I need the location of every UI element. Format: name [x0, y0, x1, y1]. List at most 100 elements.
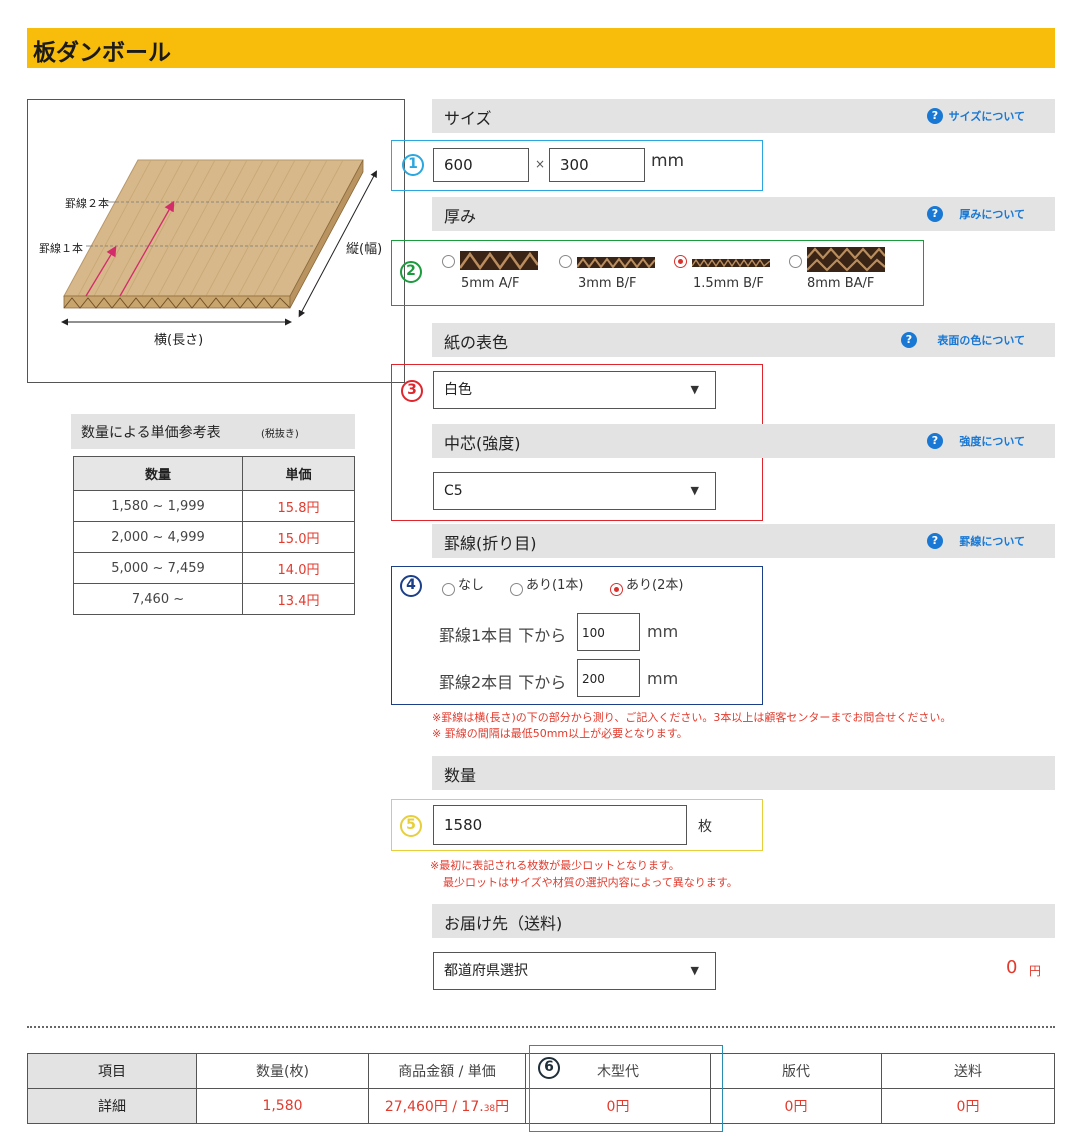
- section-thickness-label: 厚み: [444, 207, 477, 226]
- tax-note: (税抜き): [261, 429, 299, 440]
- price-table: 数量 単価 1,580 ~ 1,999 15.8円 2,000 ~ 4,999 …: [73, 456, 355, 615]
- table-row: 2,000 ~ 4,999 15.0円: [73, 521, 355, 553]
- thickness-radio-8mm[interactable]: [789, 255, 802, 268]
- score-line2-unit: mm: [647, 669, 679, 688]
- chevron-down-icon: ▼: [690, 383, 699, 396]
- badge-6: 6: [538, 1057, 560, 1079]
- divider: [27, 1026, 1055, 1028]
- summary-amount-small: 38: [483, 1104, 496, 1114]
- flute-8mm-icon: [807, 247, 885, 272]
- size-help-link[interactable]: サイズについて: [949, 108, 1025, 124]
- label-score-2: 罫線２本: [65, 197, 109, 210]
- size-height-input[interactable]: 300: [549, 148, 645, 182]
- score-line2-input[interactable]: 200: [577, 659, 640, 697]
- core-help-link[interactable]: 強度について: [959, 433, 1025, 449]
- quantity-note-2: 最少ロットはサイズや材質の選択内容によって異なります。: [443, 876, 738, 889]
- prefecture-select-value: 都道府県選択: [444, 963, 528, 979]
- summary-col-shipping: 送料: [881, 1053, 1055, 1089]
- chevron-down-icon: ▼: [690, 484, 699, 497]
- score-opt-none: なし: [458, 578, 485, 593]
- summary-row-label: 詳細: [27, 1088, 197, 1124]
- score-radio-two[interactable]: [610, 583, 623, 596]
- thickness-label-3mm: 3mm B/F: [578, 276, 637, 291]
- table-row: 1,580 ~ 1,999 15.8円: [73, 490, 355, 522]
- score-opt-one: あり(1本): [526, 578, 584, 593]
- color-select-value: 白色: [444, 382, 472, 398]
- thickness-radio-3mm[interactable]: [559, 255, 572, 268]
- label-score-1: 罫線１本: [39, 242, 83, 255]
- section-color-label: 紙の表色: [444, 333, 509, 352]
- section-thickness-header: 厚み ? 厚みについて: [432, 197, 1055, 231]
- section-size-label: サイズ: [444, 109, 492, 128]
- row-price: 13.4円: [242, 583, 355, 615]
- row-price: 15.8円: [242, 490, 355, 522]
- table-row: 5,000 ~ 7,459 14.0円: [73, 552, 355, 584]
- price-table-title: 数量による単価参考表: [81, 425, 221, 441]
- summary-col-amount: 商品金額 / 単価: [368, 1053, 526, 1089]
- summary-qty: 1,580: [196, 1088, 369, 1124]
- score-line1-input[interactable]: 100: [577, 613, 640, 651]
- summary-plate: 0円: [710, 1088, 882, 1124]
- summary-col-qty: 数量(枚): [196, 1053, 369, 1089]
- chevron-down-icon: ▼: [690, 964, 699, 977]
- badge-4: 4: [400, 575, 422, 597]
- thickness-label-5mm: 5mm A/F: [461, 276, 520, 291]
- score-note-1: ※罫線は横(長さ)の下の部分から測り、ご記入ください。3本以上は顧客センターまで…: [432, 711, 952, 724]
- table-row: 7,460 ~ 13.4円: [73, 583, 355, 615]
- help-icon[interactable]: ?: [927, 206, 943, 222]
- core-select-value: C5: [444, 483, 463, 499]
- summary-amount-main: 27,460円 / 17.: [384, 1099, 484, 1115]
- section-score-label: 罫線(折り目): [444, 534, 537, 553]
- help-icon[interactable]: ?: [927, 108, 943, 124]
- score-line1-unit: mm: [647, 622, 679, 641]
- flute-5mm-icon: [460, 251, 538, 270]
- summary-col-item: 項目: [27, 1053, 197, 1089]
- product-illustration: 罫線２本 罫線１本 縦(幅) 横(長さ): [27, 99, 405, 383]
- help-icon[interactable]: ?: [927, 533, 943, 549]
- score-radio-none[interactable]: [442, 583, 455, 596]
- score-radio-one[interactable]: [510, 583, 523, 596]
- color-select[interactable]: 白色 ▼: [433, 371, 716, 409]
- row-qty: 1,580 ~ 1,999: [73, 490, 243, 522]
- summary-col-plate: 版代: [710, 1053, 882, 1089]
- section-core-header: 中芯(強度) ? 強度について: [432, 424, 1055, 458]
- row-price: 14.0円: [242, 552, 355, 584]
- thickness-help-link[interactable]: 厚みについて: [959, 206, 1025, 222]
- col-qty: 数量: [73, 456, 243, 491]
- size-width-input[interactable]: 600: [433, 148, 529, 182]
- thickness-label-1-5mm: 1.5mm B/F: [693, 276, 764, 291]
- thickness-radio-5mm[interactable]: [442, 255, 455, 268]
- help-icon[interactable]: ?: [927, 433, 943, 449]
- badge-3: 3: [401, 380, 423, 402]
- help-icon[interactable]: ?: [901, 332, 917, 348]
- label-width: 縦(幅): [346, 242, 383, 257]
- delivery-yen: 円: [1029, 964, 1042, 978]
- score-opt-two: あり(2本): [626, 578, 684, 593]
- core-select[interactable]: C5 ▼: [433, 472, 716, 510]
- page-title: 板ダンボール: [33, 40, 171, 66]
- prefecture-select[interactable]: 都道府県選択 ▼: [433, 952, 716, 990]
- summary-amount-yen: 円: [495, 1099, 510, 1115]
- thickness-radio-1-5mm[interactable]: [674, 255, 687, 268]
- section-quantity-label: 数量: [444, 766, 477, 785]
- section-core-label: 中芯(強度): [444, 434, 521, 453]
- score-help-link[interactable]: 罫線について: [959, 533, 1025, 549]
- row-qty: 5,000 ~ 7,459: [73, 552, 243, 584]
- row-price: 15.0円: [242, 521, 355, 553]
- row-qty: 7,460 ~: [73, 583, 243, 615]
- quantity-unit: 枚: [698, 819, 712, 835]
- color-help-link[interactable]: 表面の色について: [937, 332, 1025, 348]
- section-quantity-header: 数量: [432, 756, 1055, 790]
- quantity-note-1: ※最初に表記される枚数が最少ロットとなります。: [430, 859, 680, 872]
- summary-shipping: 0円: [881, 1088, 1055, 1124]
- delivery-price: 0: [1006, 957, 1018, 978]
- thickness-label-8mm: 8mm BA/F: [807, 276, 875, 291]
- section-color-header: 紙の表色 ? 表面の色について: [432, 323, 1055, 357]
- times-sign: ×: [535, 157, 546, 171]
- section-delivery-header: お届け先（送料): [432, 904, 1055, 938]
- row-qty: 2,000 ~ 4,999: [73, 521, 243, 553]
- flute-1-5mm-icon: [692, 259, 770, 267]
- badge-2: 2: [400, 261, 422, 283]
- section-score-header: 罫線(折り目) ? 罫線について: [432, 524, 1055, 558]
- quantity-input[interactable]: 1580: [433, 805, 687, 845]
